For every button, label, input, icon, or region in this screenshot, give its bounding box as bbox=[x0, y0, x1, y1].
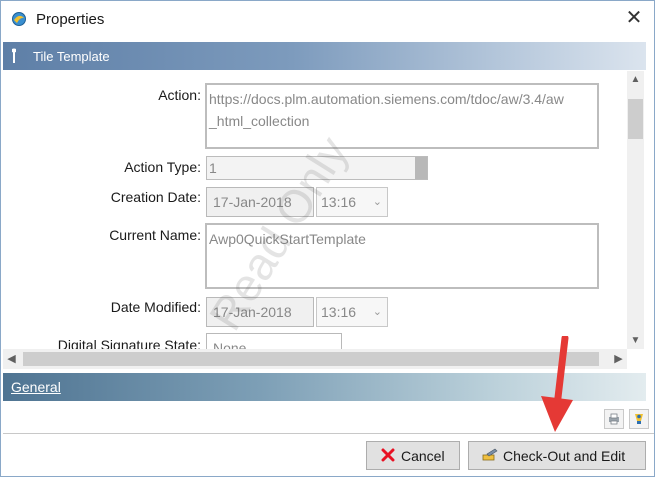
action-type-value: 1 bbox=[209, 160, 217, 176]
action-value-line2: _html_collection bbox=[209, 113, 310, 129]
check-out-and-edit-label: Check-Out and Edit bbox=[503, 448, 626, 464]
close-icon[interactable]: ✕ bbox=[623, 7, 645, 29]
general-tab-link[interactable]: General bbox=[11, 379, 61, 395]
modified-time-field[interactable]: 13:16 ⌄ bbox=[316, 297, 388, 327]
date-modified-label: Date Modified: bbox=[110, 299, 201, 315]
vertical-scroll-thumb[interactable] bbox=[628, 99, 643, 139]
creation-time-value: 13:16 bbox=[321, 194, 357, 210]
creation-time-field[interactable]: 13:16 ⌄ bbox=[316, 187, 388, 217]
date-modified-field[interactable]: 17-Jan-2018 bbox=[206, 297, 314, 327]
action-type-select[interactable]: 1 bbox=[206, 156, 428, 180]
check-out-and-edit-button[interactable]: Check-Out and Edit bbox=[468, 441, 646, 470]
action-value-line1: https://docs.plm.automation.siemens.com/… bbox=[209, 91, 564, 107]
scroll-right-icon[interactable]: ▶ bbox=[610, 349, 627, 369]
chevron-down-icon[interactable]: ⌄ bbox=[373, 298, 382, 326]
options-icon bbox=[635, 414, 643, 424]
scroll-up-icon[interactable]: ▲ bbox=[627, 71, 644, 88]
digital-signature-field[interactable]: None bbox=[206, 333, 342, 349]
action-type-label: Action Type: bbox=[124, 159, 201, 175]
scroll-left-icon[interactable]: ◀ bbox=[3, 349, 20, 369]
properties-dialog: Properties ✕ Tile Template Action: https… bbox=[0, 0, 655, 477]
vertical-scrollbar[interactable]: ▲ ▼ bbox=[627, 71, 644, 349]
creation-date-field[interactable]: 17-Jan-2018 bbox=[206, 187, 314, 217]
section-header-tile-template[interactable]: Tile Template bbox=[3, 42, 646, 70]
chevron-down-icon[interactable]: ⌄ bbox=[373, 188, 382, 216]
cancel-button[interactable]: Cancel bbox=[366, 441, 460, 470]
current-name-label: Current Name: bbox=[109, 227, 201, 243]
current-name-value: Awp0QuickStartTemplate bbox=[209, 231, 366, 247]
properties-form: Action: https://docs.plm.automation.siem… bbox=[3, 71, 627, 349]
options-button[interactable] bbox=[629, 409, 649, 429]
app-icon bbox=[11, 11, 27, 27]
creation-date-label: Creation Date: bbox=[110, 189, 201, 205]
scroll-down-icon[interactable]: ▼ bbox=[627, 332, 644, 349]
horizontal-scroll-thumb[interactable] bbox=[23, 352, 599, 366]
section-title: Tile Template bbox=[33, 49, 110, 64]
cancel-icon bbox=[381, 448, 395, 465]
dropdown-button[interactable] bbox=[415, 157, 427, 179]
action-label: Action: bbox=[158, 87, 201, 103]
wrench-icon bbox=[9, 48, 19, 67]
print-button[interactable] bbox=[604, 409, 624, 429]
print-icon bbox=[609, 413, 619, 425]
action-field[interactable]: https://docs.plm.automation.siemens.com/… bbox=[205, 83, 599, 149]
general-section-bar: General bbox=[3, 373, 646, 401]
cancel-label: Cancel bbox=[401, 448, 445, 464]
current-name-field[interactable]: Awp0QuickStartTemplate bbox=[205, 223, 599, 289]
digital-signature-label: Digital Signature State: bbox=[57, 337, 201, 349]
checkout-edit-icon bbox=[482, 448, 498, 465]
footer-divider bbox=[3, 433, 654, 434]
modified-time-value: 13:16 bbox=[321, 304, 357, 320]
window-title: Properties bbox=[36, 11, 105, 28]
horizontal-scrollbar[interactable]: ◀ ▶ bbox=[3, 349, 627, 369]
title-bar: Properties ✕ bbox=[1, 1, 654, 39]
